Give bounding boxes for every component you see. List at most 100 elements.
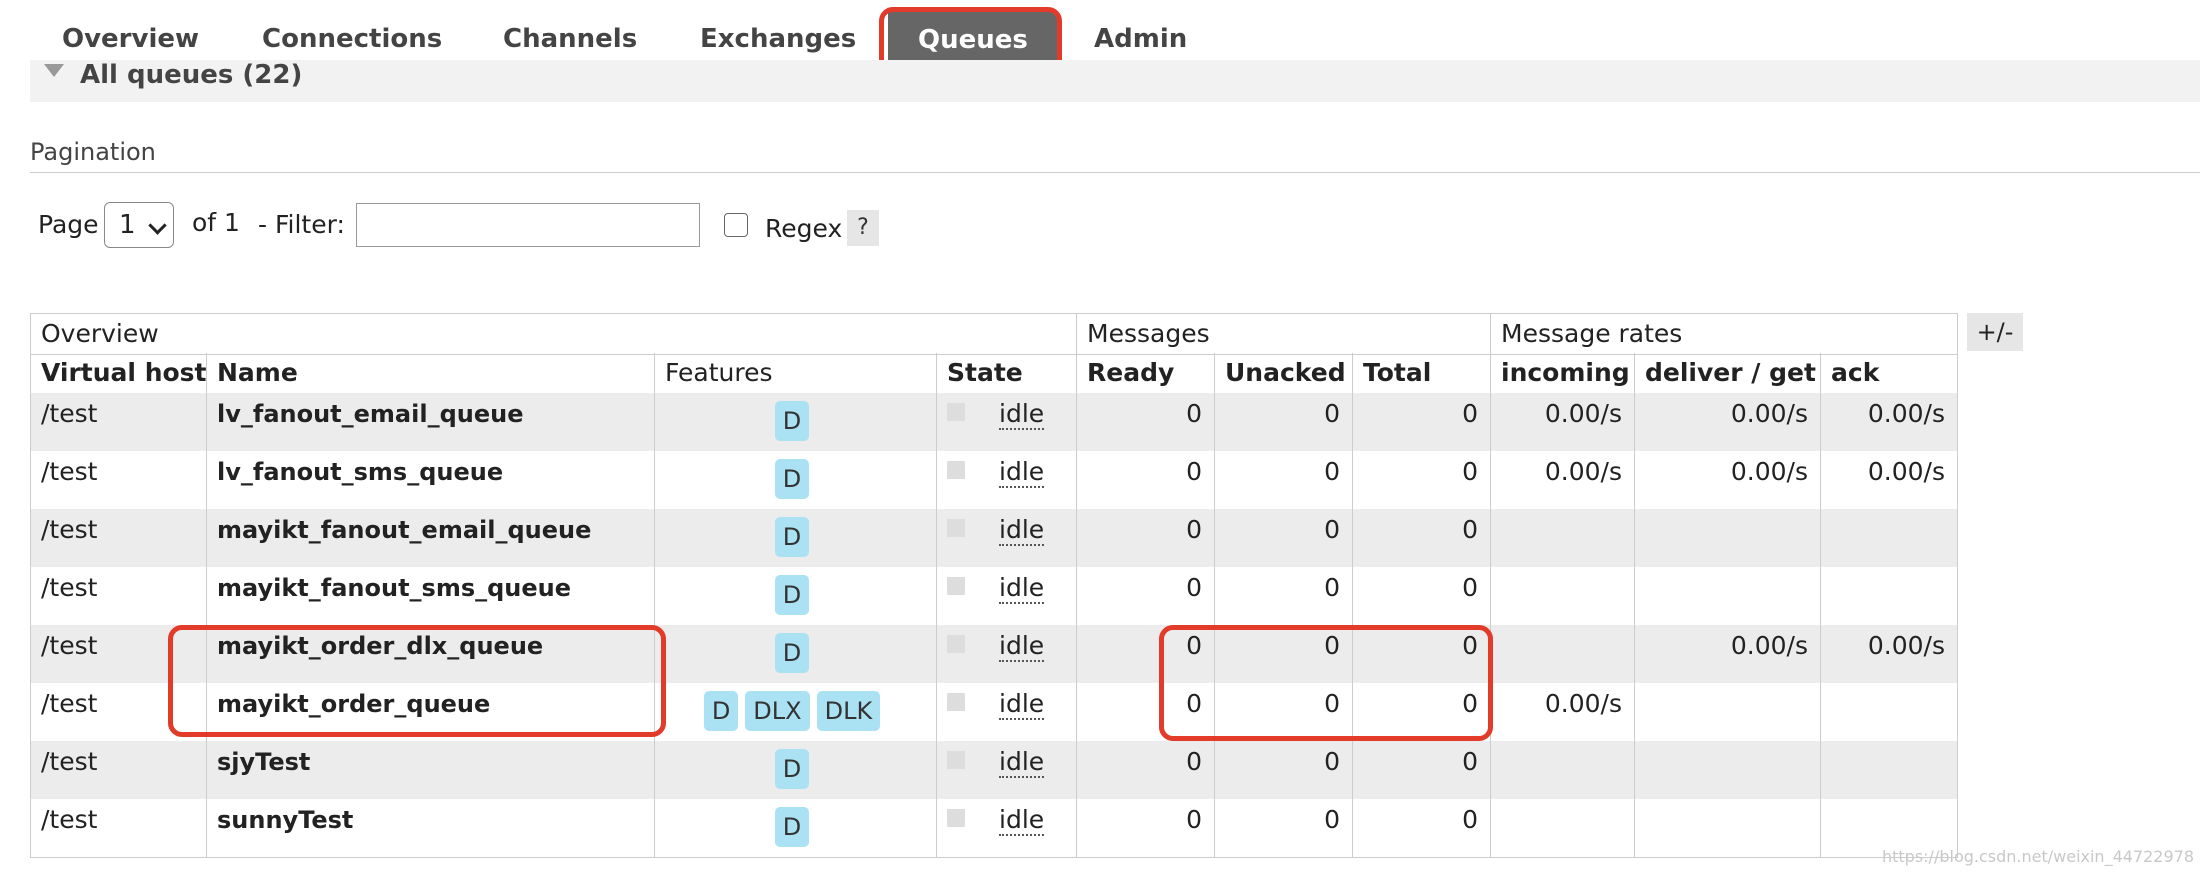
state-indicator-icon: [947, 461, 965, 479]
page-label: Page: [38, 210, 99, 239]
cell-total: 0: [1352, 451, 1490, 509]
cell-deliver-get: [1634, 509, 1820, 567]
cell-unacked: 0: [1214, 451, 1352, 509]
table-group-header: Overview Messages Message rates: [30, 313, 1958, 355]
state-indicator-icon: [947, 693, 965, 711]
cell-ack: 0.00/s: [1820, 393, 1958, 451]
cell-total: 0: [1352, 741, 1490, 799]
regex-checkbox[interactable]: [724, 213, 748, 237]
cell-unacked: 0: [1214, 625, 1352, 683]
state-label: idle: [999, 457, 1045, 488]
regex-label: Regex: [765, 214, 843, 243]
cell-state: idle: [936, 741, 1076, 799]
table-row: /test mayikt_fanout_email_queue Didle 0 0 0: [30, 509, 1958, 568]
cell-unacked: 0: [1214, 741, 1352, 799]
cell-queue-name[interactable]: sjyTest: [206, 741, 654, 799]
cell-ready: 0: [1076, 799, 1214, 857]
col-ack[interactable]: ack: [1820, 353, 1958, 393]
cell-unacked: 0: [1214, 393, 1352, 451]
cell-state: idle: [936, 567, 1076, 625]
col-features: Features: [654, 353, 936, 393]
page-select[interactable]: 1: [104, 202, 174, 248]
cell-ack: [1820, 509, 1958, 567]
group-header-overview: Overview: [30, 314, 1076, 354]
cell-queue-name[interactable]: mayikt_order_queue: [206, 683, 654, 741]
cell-ack: 0.00/s: [1820, 451, 1958, 509]
col-unacked[interactable]: Unacked: [1214, 353, 1352, 393]
cell-state: idle: [936, 625, 1076, 683]
page-select-value: 1: [119, 210, 136, 240]
cell-features: D: [654, 567, 936, 625]
cell-state: idle: [936, 451, 1076, 509]
col-virtual-host[interactable]: Virtual host: [30, 353, 206, 393]
section-title: All queues (22): [80, 60, 303, 90]
cell-ack: 0.00/s: [1820, 625, 1958, 683]
col-name[interactable]: Name: [206, 353, 654, 393]
cell-queue-name[interactable]: lv_fanout_email_queue: [206, 393, 654, 451]
group-header-messages: Messages: [1076, 314, 1490, 354]
cell-deliver-get: [1634, 683, 1820, 741]
state-label: idle: [999, 631, 1045, 662]
cell-total: 0: [1352, 799, 1490, 857]
col-deliver-get[interactable]: deliver / get: [1634, 353, 1820, 393]
feature-badge: D: [774, 575, 810, 615]
cell-state: idle: [936, 683, 1076, 741]
cell-queue-name[interactable]: lv_fanout_sms_queue: [206, 451, 654, 509]
cell-queue-name[interactable]: mayikt_fanout_email_queue: [206, 509, 654, 567]
cell-incoming: 0.00/s: [1490, 451, 1634, 509]
tab-admin[interactable]: Admin: [1094, 18, 1187, 60]
tab-connections[interactable]: Connections: [262, 18, 442, 60]
pagination-divider: [30, 172, 2200, 173]
cell-ready: 0: [1076, 625, 1214, 683]
all-queues-section-header[interactable]: All queues (22): [30, 60, 2200, 102]
table-row: /test sunnyTest Didle 0 0 0: [30, 799, 1958, 858]
cell-total: 0: [1352, 509, 1490, 567]
cell-queue-name[interactable]: mayikt_fanout_sms_queue: [206, 567, 654, 625]
cell-total: 0: [1352, 567, 1490, 625]
filter-input[interactable]: [356, 203, 700, 247]
queues-table: Overview Messages Message rates Virtual …: [30, 313, 1958, 873]
feature-badge: D: [774, 749, 810, 789]
cell-unacked: 0: [1214, 509, 1352, 567]
page-count-label: of 1: [192, 208, 240, 237]
cell-deliver-get: [1634, 741, 1820, 799]
cell-features: D: [654, 741, 936, 799]
table-row: /test lv_fanout_email_queue Didle 0 0 0 0.00/s…: [30, 393, 1958, 452]
filter-label: - Filter:: [258, 210, 345, 239]
cell-queue-name[interactable]: mayikt_order_dlx_queue: [206, 625, 654, 683]
state-label: idle: [999, 399, 1045, 430]
state-indicator-icon: [947, 403, 965, 421]
cell-features: D: [654, 393, 936, 451]
cell-queue-name[interactable]: sunnyTest: [206, 799, 654, 857]
cell-unacked: 0: [1214, 683, 1352, 741]
cell-features: D: [654, 625, 936, 683]
state-indicator-icon: [947, 577, 965, 595]
state-indicator-icon: [947, 635, 965, 653]
cell-unacked: 0: [1214, 799, 1352, 857]
group-header-message-rates: Message rates: [1490, 314, 1958, 354]
table-row: /test lv_fanout_sms_queue Didle 0 0 0 0.00/s 0.…: [30, 451, 1958, 510]
col-ready[interactable]: Ready: [1076, 353, 1214, 393]
cell-state: idle: [936, 393, 1076, 451]
feature-badge: D: [774, 401, 810, 441]
collapse-triangle-icon[interactable]: [44, 64, 64, 77]
col-total[interactable]: Total: [1352, 353, 1490, 393]
col-state[interactable]: State: [936, 353, 1076, 393]
help-button[interactable]: ?: [847, 210, 879, 246]
tab-overview[interactable]: Overview: [62, 18, 199, 60]
cell-features: D: [654, 799, 936, 857]
cell-incoming: [1490, 741, 1634, 799]
cell-vhost: /test: [30, 509, 206, 567]
columns-toggle-button[interactable]: +/-: [1967, 313, 2023, 351]
cell-ready: 0: [1076, 393, 1214, 451]
col-incoming[interactable]: incoming: [1490, 353, 1634, 393]
state-label: idle: [999, 515, 1045, 546]
watermark: https://blog.csdn.net/weixin_44722978: [1881, 847, 2194, 866]
tab-channels[interactable]: Channels: [503, 18, 637, 60]
tab-exchanges[interactable]: Exchanges: [700, 18, 856, 60]
cell-ready: 0: [1076, 683, 1214, 741]
feature-badge: DLK: [816, 691, 881, 731]
table-row: /test mayikt_order_queue D DLX DLK idle 0 0 0 0.0…: [30, 683, 1958, 742]
cell-features: D: [654, 509, 936, 567]
cell-incoming: [1490, 567, 1634, 625]
